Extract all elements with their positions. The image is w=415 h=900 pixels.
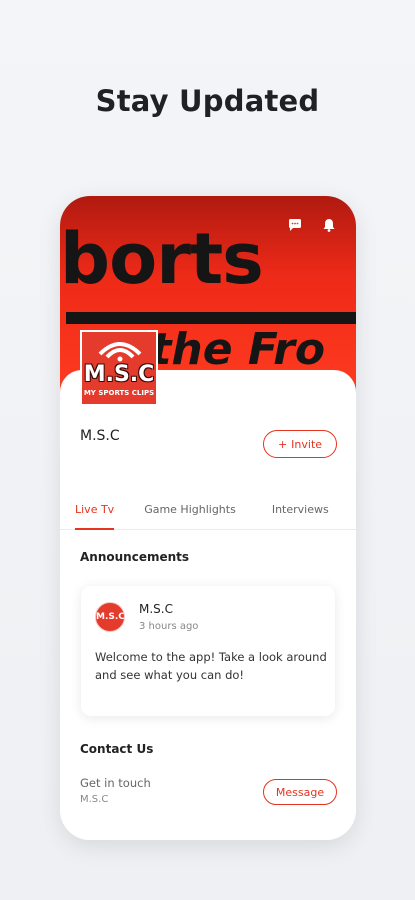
cover-text-line1: borts bbox=[60, 218, 264, 300]
contact-name: M.S.C bbox=[80, 794, 109, 805]
headline: Stay Updated bbox=[95, 84, 320, 118]
bell-icon[interactable] bbox=[320, 216, 338, 234]
invite-label: Invite bbox=[291, 437, 323, 451]
contact-title: Contact Us bbox=[80, 742, 154, 756]
tab-bar: Live Tv Game Highlights Interviews bbox=[60, 494, 356, 530]
tab-live-tv[interactable]: Live Tv bbox=[75, 494, 115, 530]
message-button[interactable]: Message bbox=[263, 779, 337, 805]
avatar: M.S.C bbox=[95, 602, 125, 632]
cover-stripe bbox=[66, 312, 356, 324]
post-author: M.S.C bbox=[139, 602, 173, 616]
content-sheet: M.S.C + Invite Live Tv Game Highlights I… bbox=[60, 370, 356, 840]
phone-frame: borts i the Fro M.S.C MY SPORTS CLIPS M.… bbox=[60, 196, 356, 840]
announcements-title: Announcements bbox=[80, 550, 190, 564]
logo-subtitle: MY SPORTS CLIPS bbox=[83, 389, 155, 397]
post-body: Welcome to the app! Take a look around a… bbox=[95, 650, 327, 682]
header-actions bbox=[286, 216, 338, 234]
plus-icon: + bbox=[277, 437, 288, 451]
announcement-card: M.S.C M.S.C 3 hours ago Welcome to the a… bbox=[81, 586, 335, 716]
invite-button[interactable]: + Invite bbox=[263, 430, 337, 458]
post-time: 3 hours ago bbox=[139, 621, 199, 632]
contact-prompt: Get in touch bbox=[80, 776, 151, 790]
chat-icon[interactable] bbox=[286, 216, 304, 234]
wifi-icon bbox=[98, 342, 142, 362]
tab-game-highlights[interactable]: Game Highlights bbox=[144, 494, 236, 529]
tab-interviews[interactable]: Interviews bbox=[272, 494, 329, 529]
avatar-text: M.S.C bbox=[96, 612, 125, 622]
site-name: M.S.C bbox=[80, 428, 120, 444]
site-logo: M.S.C MY SPORTS CLIPS bbox=[80, 330, 158, 406]
logo-title: M.S.C bbox=[83, 362, 155, 387]
